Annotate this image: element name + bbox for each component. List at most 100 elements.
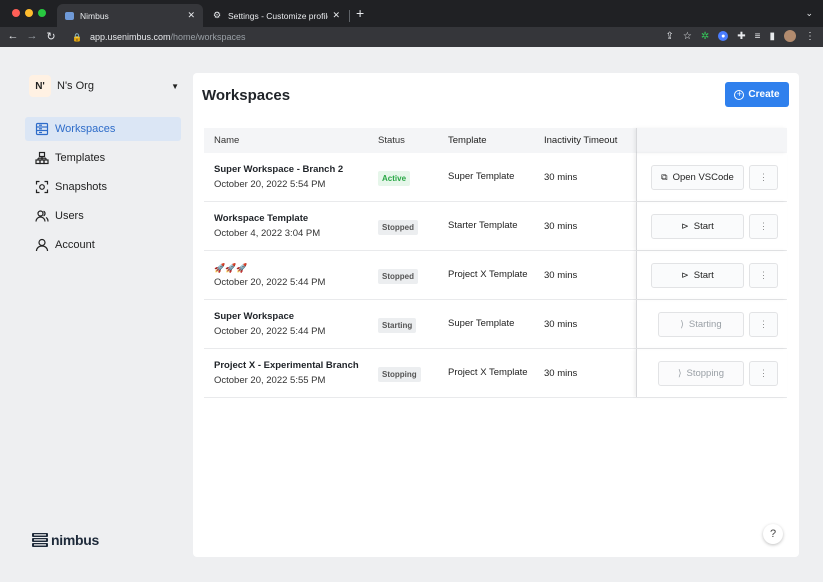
nimbus-logo[interactable]: nimbus	[31, 531, 99, 549]
template-cell: Super Template	[448, 318, 515, 329]
more-options-button[interactable]: ⋮	[749, 263, 778, 288]
status-badge: Stopped	[378, 220, 418, 235]
timeout-cell: 30 mins	[544, 318, 578, 330]
reload-icon[interactable]: ↻	[43, 30, 59, 43]
workspace-name[interactable]: Workspace Template	[214, 213, 374, 225]
more-options-button[interactable]: ⋮	[749, 165, 778, 190]
status-cell: Active	[378, 168, 411, 186]
extension-password-icon[interactable]: ●	[718, 31, 729, 41]
workspace-name[interactable]: Super Workspace	[214, 311, 374, 323]
column-header-name[interactable]: Name	[214, 135, 374, 146]
table-row[interactable]: Project X - Experimental Branch October …	[204, 349, 787, 398]
actions-cell: ⧉ Open VSCode ⋮	[636, 153, 787, 201]
more-vertical-icon: ⋮	[759, 319, 768, 329]
sidebar-item-label: Account	[55, 239, 95, 251]
browser-tab-settings[interactable]: ⚙ Settings - Customize profile ✕	[204, 4, 348, 27]
more-options-button[interactable]: ⋮	[749, 361, 778, 386]
forward-arrow-icon[interactable]: →	[24, 30, 40, 42]
workspace-name[interactable]: 🚀🚀🚀	[214, 262, 374, 274]
template-cell: Starter Template	[448, 220, 518, 231]
timeout-cell: 30 mins	[544, 220, 578, 232]
puzzle-icon[interactable]: ✚	[737, 31, 745, 42]
more-options-button[interactable]: ⋮	[749, 214, 778, 239]
workspace-cell: Super Workspace October 20, 2022 5:44 PM	[214, 311, 374, 337]
help-button[interactable]: ?	[763, 524, 783, 544]
plus-circle-icon: +	[734, 89, 745, 100]
actions-cell: ⊳ Start ⋮	[636, 251, 787, 299]
extension-toolbar: ⇪ ☆ ✲ ● ✚ ≡ ▮ ⋮	[666, 30, 815, 42]
org-name: N's Org	[57, 80, 94, 92]
column-header-actions	[636, 128, 787, 153]
sidebar-item-label: Users	[55, 210, 84, 222]
org-avatar: N'	[29, 75, 51, 97]
sidebar-item-templates[interactable]: Templates	[25, 146, 181, 170]
browser-tab-bar: Nimbus ✕ ⚙ Settings - Customize profile …	[0, 0, 823, 27]
reading-list-icon[interactable]: ≡	[755, 31, 761, 42]
url-field[interactable]: 🔒 app.usenimbus.com /home/workspaces	[64, 29, 684, 45]
close-window-icon[interactable]	[12, 9, 20, 17]
create-button[interactable]: + Create	[725, 82, 789, 107]
minimize-window-icon[interactable]	[25, 9, 33, 17]
tab-title: Nimbus	[80, 10, 109, 21]
workspace-name[interactable]: Project X - Experimental Branch	[214, 360, 374, 372]
browser-tab-nimbus[interactable]: Nimbus ✕	[57, 4, 203, 27]
sidebar-item-users[interactable]: Users	[25, 204, 181, 228]
action-label: Stopping	[686, 368, 725, 379]
more-vertical-icon[interactable]: ⋮	[805, 31, 815, 42]
template-cell: Project X Template	[448, 269, 528, 280]
brand-name: nimbus	[51, 532, 99, 548]
status-cell: Stopped	[378, 266, 418, 284]
table-row[interactable]: 🚀🚀🚀 October 20, 2022 5:44 PM Stopped Pro…	[204, 251, 787, 300]
nimbus-favicon-icon	[65, 11, 74, 20]
maximize-window-icon[interactable]	[38, 9, 46, 17]
sidebar-nav: Workspaces Templates Snapshots Users Acc…	[25, 117, 181, 262]
new-tab-icon[interactable]: +	[356, 6, 364, 20]
status-cell: Stopping	[378, 364, 421, 382]
workspace-date: October 20, 2022 5:54 PM	[214, 179, 326, 190]
share-icon[interactable]: ⇪	[666, 31, 674, 42]
table-row[interactable]: Super Workspace October 20, 2022 5:44 PM…	[204, 300, 787, 349]
profile-avatar[interactable]	[784, 30, 796, 42]
play-circle-icon: ⊳	[681, 270, 689, 280]
action-label: Start	[693, 221, 714, 232]
table-row[interactable]: Workspace Template October 4, 2022 3:04 …	[204, 202, 787, 251]
extension-bug-icon[interactable]: ✲	[701, 31, 709, 42]
workspace-date: October 4, 2022 3:04 PM	[214, 228, 321, 239]
workspaces-icon	[35, 122, 49, 136]
more-options-button[interactable]: ⋮	[749, 312, 778, 337]
caret-down-icon: ▼	[171, 81, 179, 91]
org-switcher[interactable]: N' N's Org ▼	[29, 75, 179, 97]
column-header-status[interactable]: Status	[378, 135, 405, 146]
workspace-date: October 20, 2022 5:44 PM	[214, 326, 326, 337]
more-vertical-icon: ⋮	[759, 221, 768, 231]
stopping-button: ⟩ Stopping	[658, 361, 744, 386]
workspace-name[interactable]: Super Workspace - Branch 2	[214, 164, 374, 176]
column-header-timeout[interactable]: Inactivity Timeout	[544, 135, 617, 146]
close-tab-icon[interactable]: ✕	[187, 10, 195, 21]
sidebar-item-snapshots[interactable]: Snapshots	[25, 175, 181, 199]
sidebar-item-account[interactable]: Account	[25, 233, 181, 257]
url-host: app.usenimbus.com	[89, 32, 171, 42]
start-button[interactable]: ⊳ Start	[651, 263, 744, 288]
template-cell: Project X Template	[448, 367, 528, 378]
close-tab-icon[interactable]: ✕	[332, 10, 340, 21]
back-arrow-icon[interactable]: ←	[5, 30, 21, 42]
more-vertical-icon: ⋮	[759, 172, 768, 182]
column-header-template[interactable]: Template	[448, 135, 538, 147]
status-badge: Active	[378, 171, 411, 186]
workspace-date: October 20, 2022 5:44 PM	[214, 277, 326, 288]
status-badge: Starting	[378, 318, 417, 333]
action-label: Starting	[688, 319, 722, 330]
sidebar-item-label: Workspaces	[55, 123, 116, 135]
start-button[interactable]: ⊳ Start	[651, 214, 744, 239]
sidebar-toggle-icon[interactable]: ▮	[769, 31, 775, 42]
template-cell: Super Template	[448, 171, 515, 182]
spinner-icon: ⟩	[680, 319, 684, 329]
table-row[interactable]: Super Workspace - Branch 2 October 20, 2…	[204, 153, 787, 202]
more-vertical-icon: ⋮	[759, 368, 768, 378]
sidebar-item-workspaces[interactable]: Workspaces	[25, 117, 181, 141]
status-badge: Stopped	[378, 269, 418, 284]
chevron-down-icon[interactable]: ⌄	[805, 8, 813, 19]
open-vscode-button[interactable]: ⧉ Open VSCode	[651, 165, 744, 190]
star-icon[interactable]: ☆	[683, 31, 692, 42]
